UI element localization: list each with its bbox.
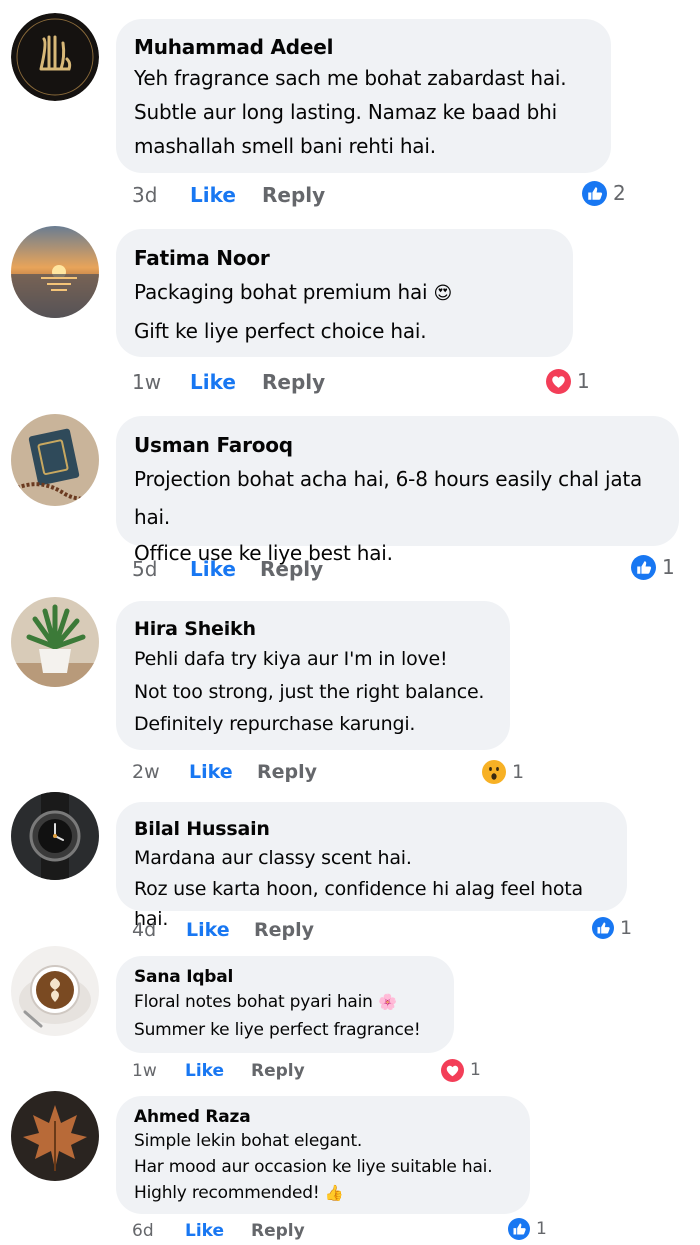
comment-bubble: Fatima Noor Packaging bohat premium hai … xyxy=(116,229,573,357)
like-button[interactable]: Like xyxy=(185,1061,251,1081)
comment-timestamp[interactable]: 4d xyxy=(132,919,186,941)
cherry-blossom-emoji-icon: 🌸 xyxy=(377,993,397,1011)
comment-author[interactable]: Muhammad Adeel xyxy=(134,33,593,61)
thumbs-up-emoji-icon: 👍 xyxy=(324,1184,344,1202)
comment-text-line: Packaging bohat premium hai 😍 xyxy=(134,273,555,313)
like-button[interactable]: Like xyxy=(190,370,262,394)
reaction-summary[interactable]: 1 xyxy=(592,913,632,943)
reply-button[interactable]: Reply xyxy=(251,1061,305,1081)
allah-calligraphy-avatar-image xyxy=(11,13,99,101)
reaction-count: 2 xyxy=(613,181,626,205)
reaction-count: 1 xyxy=(512,761,525,783)
comment-author[interactable]: Sana Iqbal xyxy=(134,967,436,987)
love-reaction-icon xyxy=(441,1058,464,1082)
comment-actions: 2w Like Reply xyxy=(132,757,317,787)
like-button[interactable]: Like xyxy=(186,919,254,941)
reply-button[interactable]: Reply xyxy=(251,1221,305,1241)
like-button[interactable]: Like xyxy=(190,557,260,581)
comment-author[interactable]: Bilal Hussain xyxy=(134,816,609,842)
reply-button[interactable]: Reply xyxy=(262,183,325,207)
comment-bubble: Muhammad Adeel Yeh fragrance sach me boh… xyxy=(116,19,611,173)
like-button[interactable]: Like xyxy=(185,1221,251,1241)
comment-text: Packaging bohat premium hai xyxy=(134,280,428,304)
comment-text: Floral notes bohat pyari hain xyxy=(134,992,373,1012)
comment-text-line: Yeh fragrance sach me bohat zabardast ha… xyxy=(134,66,567,90)
avatar[interactable] xyxy=(11,414,99,506)
comment-timestamp[interactable]: 5d xyxy=(132,557,190,581)
reaction-count: 1 xyxy=(620,917,633,939)
comment-text-line: Floral notes bohat pyari hain 🌸 xyxy=(134,987,436,1017)
potted-plant-avatar-image xyxy=(11,597,99,687)
comment-text-line: Highly recommended! 👍 xyxy=(134,1180,512,1206)
comment-actions: 5d Like Reply xyxy=(132,554,323,584)
comment-timestamp[interactable]: 1w xyxy=(132,370,190,394)
comment-text-line: Pehli dafa try kiya aur I'm in love! xyxy=(134,648,448,670)
reply-button[interactable]: Reply xyxy=(257,761,317,783)
maple-leaf-avatar-image xyxy=(11,1091,99,1181)
comment-timestamp[interactable]: 6d xyxy=(132,1221,185,1241)
comment-actions: 4d Like Reply xyxy=(132,915,314,945)
comment-bubble: Hira Sheikh Pehli dafa try kiya aur I'm … xyxy=(116,601,510,750)
reply-button[interactable]: Reply xyxy=(254,919,314,941)
avatar[interactable] xyxy=(11,226,99,318)
comment-text-line: mashallah smell bani rehti hai. xyxy=(134,134,436,158)
comment-text-line: Har mood aur occasion ke liye suitable h… xyxy=(134,1157,493,1177)
comment-bubble: Usman Farooq Projection bohat acha hai, … xyxy=(116,416,679,565)
comment-actions: 6d Like Reply xyxy=(132,1216,305,1245)
reaction-count: 1 xyxy=(536,1219,547,1239)
comment-actions: 1w Like Reply xyxy=(132,1056,305,1086)
like-reaction-icon xyxy=(631,554,656,580)
reaction-summary[interactable]: 1 xyxy=(631,552,675,582)
avatar[interactable] xyxy=(11,13,99,101)
avatar[interactable] xyxy=(11,946,99,1036)
comment-author[interactable]: Ahmed Raza xyxy=(134,1107,512,1127)
like-reaction-icon xyxy=(582,180,607,206)
reaction-count: 1 xyxy=(470,1060,481,1080)
heart-eyes-emoji-icon: 😍 xyxy=(433,283,453,304)
comment-bubble: Sana Iqbal Floral notes bohat pyari hain… xyxy=(116,956,454,1053)
comment-text-line: Summer ke liye perfect fragrance! xyxy=(134,1020,421,1040)
avatar[interactable] xyxy=(11,792,99,880)
comment-text-line: Definitely repurchase karungi. xyxy=(134,713,416,735)
reaction-summary[interactable]: 1 xyxy=(441,1055,481,1085)
like-button[interactable]: Like xyxy=(189,761,257,783)
comment-text-line: Projection bohat acha hai, 6-8 hours eas… xyxy=(134,467,643,529)
comment-actions: 1w Like Reply xyxy=(132,367,325,397)
comment-text-line: Mardana aur classy scent hai. xyxy=(134,847,412,869)
comment-timestamp[interactable]: 1w xyxy=(132,1061,185,1081)
wrist-watch-avatar-image xyxy=(11,792,99,880)
comment-timestamp[interactable]: 3d xyxy=(132,183,190,207)
comment-text-line: Not too strong, just the right balance. xyxy=(134,681,485,703)
comment-author[interactable]: Hira Sheikh xyxy=(134,615,492,643)
reaction-count: 1 xyxy=(577,369,590,393)
comment-text-line: Gift ke liye perfect choice hai. xyxy=(134,319,427,343)
comment-text-line: Simple lekin bohat elegant. xyxy=(134,1131,363,1151)
comment-author[interactable]: Usman Farooq xyxy=(134,430,661,460)
coffee-cup-avatar-image xyxy=(11,946,99,1036)
reply-button[interactable]: Reply xyxy=(260,557,323,581)
comment-actions: 3d Like Reply xyxy=(132,180,325,210)
comment-text: Highly recommended! xyxy=(134,1183,320,1203)
wow-reaction-icon xyxy=(482,760,506,784)
like-reaction-icon xyxy=(592,917,614,939)
love-reaction-icon xyxy=(546,368,571,394)
comment-author[interactable]: Fatima Noor xyxy=(134,243,555,273)
reaction-count: 1 xyxy=(662,555,675,579)
avatar[interactable] xyxy=(11,597,99,687)
like-button[interactable]: Like xyxy=(190,183,262,207)
comment-bubble: Ahmed Raza Simple lekin bohat elegant. H… xyxy=(116,1096,530,1214)
sunset-sea-avatar-image xyxy=(11,226,99,318)
comment-text-line: Subtle aur long lasting. Namaz ke baad b… xyxy=(134,100,558,124)
quran-book-avatar-image xyxy=(11,414,99,506)
comment-bubble: Bilal Hussain Mardana aur classy scent h… xyxy=(116,802,627,930)
avatar[interactable] xyxy=(11,1091,99,1181)
reaction-summary[interactable]: 1 xyxy=(508,1214,547,1244)
reaction-summary[interactable]: 2 xyxy=(582,178,626,208)
like-reaction-icon xyxy=(508,1218,530,1240)
reaction-summary[interactable]: 1 xyxy=(546,366,590,396)
comment-timestamp[interactable]: 2w xyxy=(132,761,189,783)
reaction-summary[interactable]: 1 xyxy=(482,757,524,787)
reply-button[interactable]: Reply xyxy=(262,370,325,394)
